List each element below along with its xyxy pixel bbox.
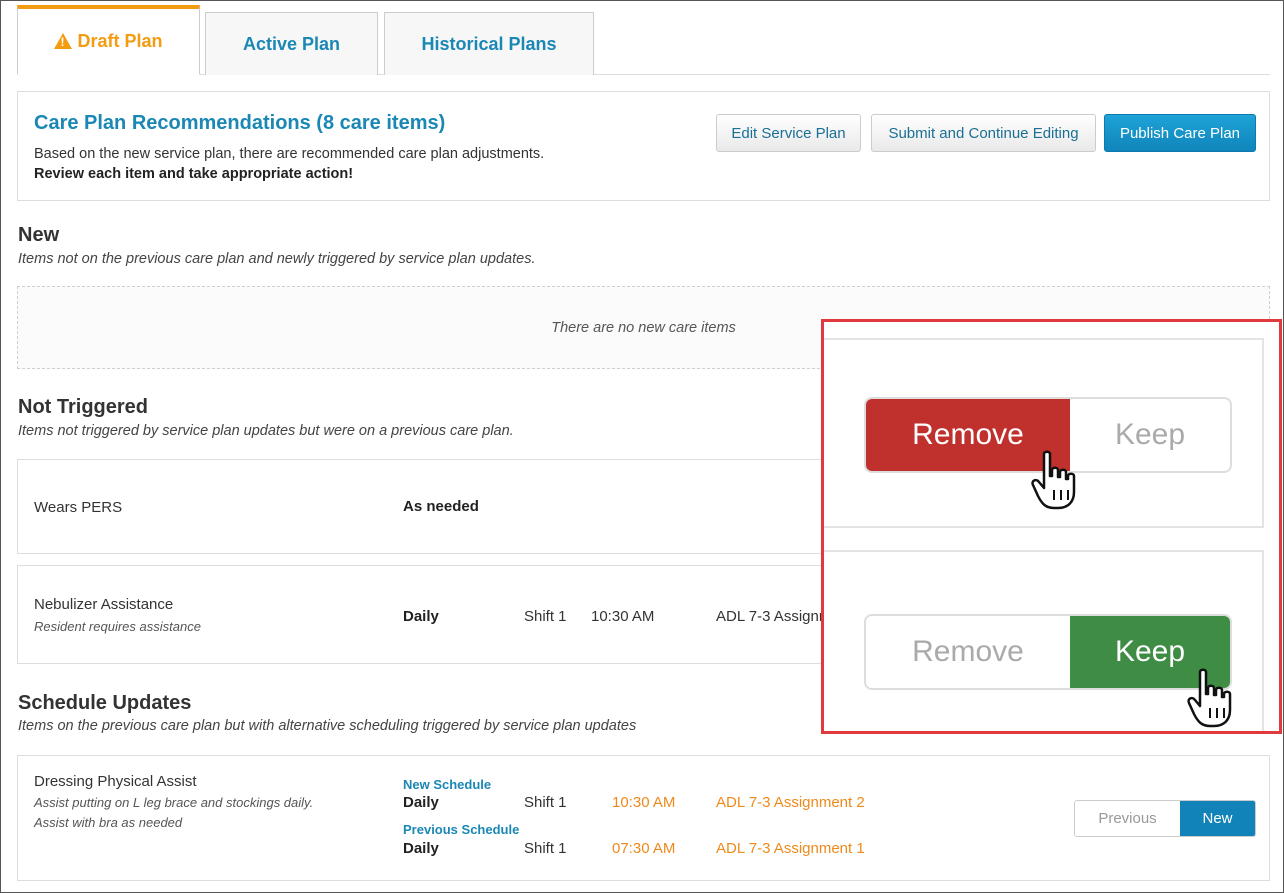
new-schedule-assignment: ADL 7-3 Assignment 2 xyxy=(716,794,865,811)
section-not-triggered-title: Not Triggered xyxy=(18,396,149,418)
previous-schedule-time: 07:30 AM xyxy=(612,840,676,857)
care-item-name: Nebulizer Assistance xyxy=(34,596,174,613)
new-schedule-shift: Shift 1 xyxy=(524,794,567,811)
previous-schedule-assignment: ADL 7-3 Assignment 1 xyxy=(716,840,865,857)
previous-schedule-button[interactable]: Previous xyxy=(1075,801,1180,836)
empty-state-text: There are no new care items xyxy=(551,319,736,336)
section-new-title: New xyxy=(18,224,60,246)
remove-button[interactable]: Remove xyxy=(866,616,1070,688)
zoom-panel-remove: Remove Keep xyxy=(824,338,1264,528)
publish-care-plan-button[interactable]: Publish Care Plan xyxy=(1104,114,1256,152)
new-schedule-time: 10:30 AM xyxy=(612,794,676,811)
care-item-time: 10:30 AM xyxy=(591,608,655,625)
care-item-shift: Shift 1 xyxy=(524,608,567,625)
care-item-name: Wears PERS xyxy=(34,499,123,516)
recommendations-title: Care Plan Recommendations (8 care items) xyxy=(34,112,446,134)
schedule-update-card: Dressing Physical Assist Assist putting … xyxy=(17,755,1270,881)
edit-service-plan-button[interactable]: Edit Service Plan xyxy=(716,114,861,152)
submit-continue-editing-button[interactable]: Submit and Continue Editing xyxy=(871,114,1096,152)
care-item-frequency: Daily xyxy=(403,608,439,625)
tab-draft-plan-label: Draft Plan xyxy=(77,31,163,51)
care-item-frequency: As needed xyxy=(403,498,479,515)
care-item-assignment: ADL 7-3 Assignm xyxy=(716,608,832,625)
recommendations-description: Based on the new service plan, there are… xyxy=(34,146,545,162)
recommendations-panel: Care Plan Recommendations (8 care items)… xyxy=(17,91,1270,201)
schedule-toggle: Previous New xyxy=(1074,800,1256,837)
tab-draft-plan[interactable]: Draft Plan xyxy=(17,5,200,75)
keep-button[interactable]: Keep xyxy=(1070,399,1230,471)
new-schedule-button[interactable]: New xyxy=(1180,801,1255,836)
care-item-note: Assist with bra as needed xyxy=(34,815,183,830)
remove-keep-toggle: Remove Keep xyxy=(864,614,1232,690)
previous-schedule-shift: Shift 1 xyxy=(524,840,567,857)
recommendations-instruction: Review each item and take appropriate ac… xyxy=(34,166,354,182)
hand-cursor-icon xyxy=(1031,450,1076,510)
care-item-note: Assist putting on L leg brace and stocki… xyxy=(34,795,314,810)
section-schedule-updates-title: Schedule Updates xyxy=(18,692,192,714)
previous-schedule-label: Previous Schedule xyxy=(403,822,520,837)
section-new-subtitle: Items not on the previous care plan and … xyxy=(18,251,536,267)
new-schedule-frequency: Daily xyxy=(403,794,439,811)
plan-tabs: Draft Plan Active Plan Historical Plans xyxy=(17,5,1270,75)
zoom-panel-keep: Remove Keep xyxy=(824,550,1264,731)
zoom-callout: Remove Keep Remove Keep xyxy=(821,319,1282,734)
care-item-note: Resident requires assistance xyxy=(34,619,201,634)
tab-active-plan-label: Active Plan xyxy=(242,33,341,54)
section-schedule-updates-subtitle: Items on the previous care plan but with… xyxy=(18,718,637,734)
tab-active-plan[interactable]: Active Plan xyxy=(205,12,378,75)
previous-schedule-frequency: Daily xyxy=(403,840,439,857)
hand-cursor-icon xyxy=(1187,668,1232,728)
tab-historical-plans[interactable]: Historical Plans xyxy=(384,12,594,75)
care-item-name: Dressing Physical Assist xyxy=(34,773,197,790)
care-plan-window: Draft Plan Active Plan Historical Plans … xyxy=(0,0,1284,893)
section-not-triggered-subtitle: Items not triggered by service plan upda… xyxy=(18,423,514,439)
new-schedule-label: New Schedule xyxy=(403,777,492,792)
warning-icon xyxy=(54,32,73,49)
tab-historical-plans-label: Historical Plans xyxy=(421,33,557,54)
